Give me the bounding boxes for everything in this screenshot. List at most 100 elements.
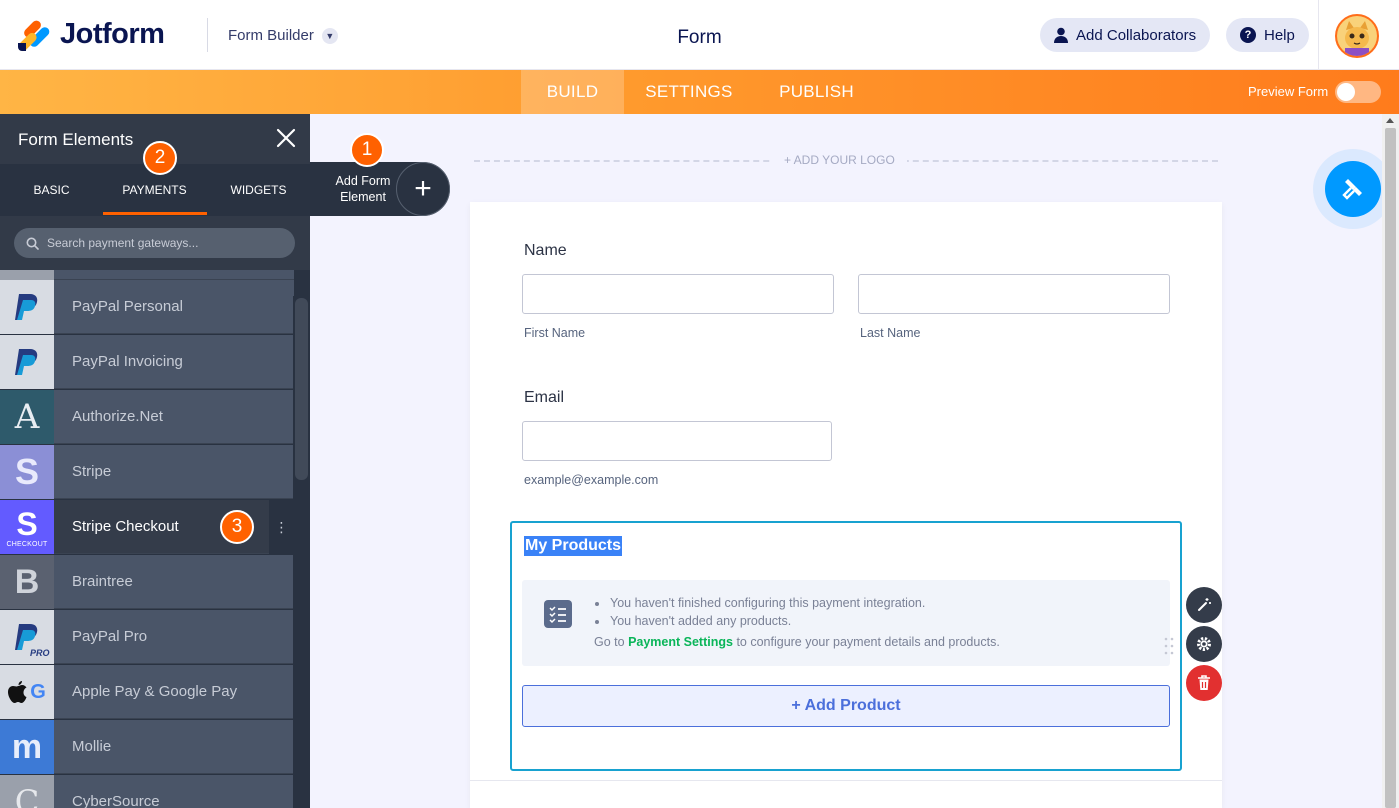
- list-item-braintree[interactable]: B Braintree: [0, 555, 294, 609]
- list-item-label: PayPal Invoicing: [72, 353, 183, 370]
- paint-roller-icon: [1342, 179, 1362, 200]
- add-collaborators-label: Add Collaborators: [1076, 26, 1197, 44]
- logo-text: Jotform: [60, 18, 165, 50]
- list-item-paypal-invoicing[interactable]: PayPal Invoicing: [0, 335, 294, 389]
- list-item-label: PayPal Personal: [72, 298, 183, 315]
- authorize-net-icon: A: [0, 390, 54, 444]
- tab-publish[interactable]: PUBLISH: [770, 70, 863, 114]
- search-bar: [0, 216, 310, 270]
- close-icon[interactable]: [274, 126, 298, 150]
- mollie-icon: m: [0, 720, 54, 774]
- list-item-label: Apple Pay & Google Pay: [72, 683, 238, 700]
- goto-prefix: Go to: [594, 635, 625, 649]
- field-settings-button[interactable]: [1186, 626, 1222, 662]
- email-input[interactable]: [522, 421, 832, 461]
- list-item-mollie[interactable]: m Mollie: [0, 720, 294, 774]
- payment-settings-link[interactable]: Payment Settings: [628, 635, 733, 649]
- last-name-input[interactable]: [858, 274, 1170, 314]
- stripe-checkout-icon: S CHECKOUT: [0, 500, 54, 554]
- add-form-element-label: Add Form Element: [335, 174, 391, 204]
- apple-google-pay-icon: G: [0, 665, 54, 719]
- goto-suffix: to configure your payment details and pr…: [736, 635, 1000, 649]
- form-elements-panel: Form Elements BASIC PAYMENTS WIDGETS Sea…: [0, 114, 310, 808]
- header-divider-right: [1318, 0, 1319, 70]
- user-icon: [1054, 27, 1068, 43]
- form-designer-button[interactable]: [1325, 161, 1381, 217]
- paypal-pro-icon: PRO: [0, 610, 54, 664]
- list-item-paypal-personal[interactable]: PayPal Personal: [0, 280, 294, 334]
- notice-line-3: Go to Payment Settings to configure your…: [594, 635, 1000, 649]
- paypal-icon: [0, 335, 54, 389]
- first-name-input[interactable]: [522, 274, 834, 314]
- stripe-icon: S: [0, 445, 54, 499]
- apple-icon: [8, 681, 27, 703]
- page-scroll-thumb[interactable]: [1385, 128, 1396, 808]
- email-field-label: Email: [524, 389, 565, 406]
- trash-icon: [1198, 675, 1210, 690]
- notice-line-2: You haven't added any products.: [610, 614, 792, 628]
- list-item-label: Mollie: [72, 738, 112, 755]
- search-icon: [26, 237, 39, 250]
- delete-field-button[interactable]: [1186, 665, 1222, 701]
- add-logo-button[interactable]: + ADD YOUR LOGO: [772, 153, 907, 167]
- list-item-paypal-pro[interactable]: PRO PayPal Pro: [0, 610, 294, 664]
- gear-icon: [1197, 637, 1211, 651]
- paypal-icon: [0, 280, 54, 334]
- panel-scrollbar[interactable]: [293, 296, 310, 808]
- search-box: [14, 228, 295, 258]
- product-list-icon: [544, 600, 572, 628]
- tab-build[interactable]: BUILD: [521, 70, 624, 114]
- gateway-icon: [0, 270, 54, 280]
- more-options-icon[interactable]: ⋮: [269, 500, 294, 554]
- form-builder-label: Form Builder: [228, 27, 314, 44]
- add-product-button[interactable]: + Add Product: [522, 685, 1170, 727]
- tab-widgets[interactable]: WIDGETS: [207, 164, 310, 216]
- tab-settings[interactable]: SETTINGS: [636, 70, 742, 114]
- page-scrollbar[interactable]: [1382, 114, 1399, 808]
- tab-basic[interactable]: BASIC: [0, 164, 103, 216]
- panel-title: Form Elements: [18, 130, 134, 149]
- list-item-cybersource[interactable]: C CyberSource: [0, 775, 294, 808]
- list-item-label: Authorize.Net: [72, 408, 163, 425]
- list-item-label: PayPal Pro: [72, 628, 148, 645]
- my-products-field[interactable]: My Products You haven't finished configu…: [510, 521, 1182, 771]
- magic-wand-icon: [1198, 598, 1211, 611]
- card-separator: [470, 780, 1222, 781]
- form-card: Name First Name Last Name Email example@…: [470, 202, 1222, 808]
- email-sublabel: example@example.com: [524, 473, 659, 487]
- scroll-up-arrow-icon[interactable]: [1386, 118, 1394, 123]
- last-name-sublabel: Last Name: [860, 326, 921, 340]
- help-button[interactable]: ? Help: [1226, 18, 1309, 52]
- list-item-partial[interactable]: [0, 270, 294, 280]
- help-icon: ?: [1240, 27, 1256, 43]
- products-title[interactable]: My Products: [524, 536, 623, 556]
- step-badge-3: 3: [220, 510, 254, 544]
- panel-scroll-thumb[interactable]: [295, 298, 308, 480]
- search-input[interactable]: [47, 236, 287, 250]
- jotform-logo[interactable]: Jotform: [16, 18, 165, 53]
- bullet-dot: [595, 620, 599, 624]
- bullet-dot: [595, 602, 599, 606]
- header-divider: [207, 18, 208, 52]
- list-item-authorize-net[interactable]: A Authorize.Net: [0, 390, 294, 444]
- form-builder-app: Jotform Form Builder ▼ Form Add Collabor…: [0, 0, 1399, 808]
- drag-handle-icon[interactable]: [1164, 636, 1174, 656]
- notice-line-1: You haven't finished configuring this pa…: [610, 596, 926, 610]
- list-item-stripe[interactable]: S Stripe: [0, 445, 294, 499]
- step-badge-1: 1: [350, 133, 384, 167]
- add-form-element-button[interactable]: Add Form Element +: [310, 162, 450, 216]
- list-item-label: Stripe Checkout: [72, 518, 179, 535]
- user-avatar[interactable]: [1335, 14, 1379, 58]
- magic-wand-button[interactable]: [1186, 587, 1222, 623]
- top-bar: Jotform Form Builder ▼ Form Add Collabor…: [0, 0, 1399, 70]
- avatar-cat-icon: [1337, 16, 1377, 56]
- chevron-down-icon: ▼: [321, 27, 338, 44]
- first-name-sublabel: First Name: [524, 326, 586, 340]
- form-builder-menu[interactable]: Form Builder ▼: [228, 27, 338, 44]
- active-tab-indicator: [103, 212, 207, 215]
- payment-notice: You haven't finished configuring this pa…: [522, 580, 1170, 666]
- list-item-apple-google-pay[interactable]: G Apple Pay & Google Pay: [0, 665, 294, 719]
- add-collaborators-button[interactable]: Add Collaborators: [1040, 18, 1211, 52]
- list-item-label: Stripe: [72, 463, 112, 480]
- preview-form-toggle[interactable]: [1335, 81, 1381, 103]
